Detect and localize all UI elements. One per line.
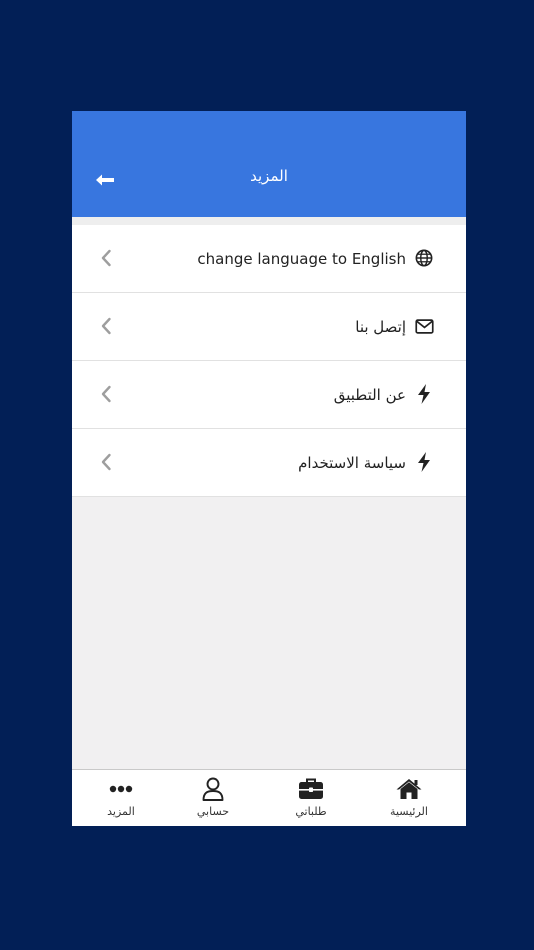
tab-more[interactable]: المزيد: [72, 770, 170, 826]
bolt-icon: [414, 452, 434, 472]
user-icon: [164, 777, 262, 801]
menu-item-contact-us[interactable]: إتصل بنا: [72, 293, 466, 361]
envelope-icon: [414, 316, 434, 336]
header-bar: المزيد: [72, 111, 466, 217]
tab-account[interactable]: حسابي: [164, 770, 262, 826]
menu-item-label: change language to English: [197, 249, 406, 268]
globe-icon: [414, 248, 434, 268]
menu-item-label: سياسة الاستخدام: [298, 453, 406, 472]
header-divider: [72, 217, 466, 225]
briefcase-icon: [262, 777, 360, 801]
app-screen: المزيد change language to English إتصل ب…: [72, 111, 466, 826]
tab-label: حسابي: [196, 805, 230, 818]
menu-item-label: إتصل بنا: [355, 317, 406, 336]
page-title: المزيد: [250, 167, 288, 185]
chevron-left-icon: [98, 383, 114, 405]
tab-orders[interactable]: طلباتي: [262, 770, 360, 826]
tab-label: طلباتي: [295, 805, 327, 818]
menu-item-label: عن التطبيق: [333, 385, 406, 404]
bolt-icon: [414, 384, 434, 404]
tab-label: الرئيسية: [390, 805, 428, 818]
menu-item-change-language[interactable]: change language to English: [72, 225, 466, 293]
home-icon: [360, 777, 458, 801]
tab-home[interactable]: الرئيسية: [360, 770, 458, 826]
menu-item-usage-policy[interactable]: سياسة الاستخدام: [72, 429, 466, 497]
tab-label: المزيد: [107, 805, 135, 818]
menu-item-about-app[interactable]: عن التطبيق: [72, 361, 466, 429]
chevron-left-icon: [98, 247, 114, 269]
chevron-left-icon: [98, 451, 114, 473]
chevron-left-icon: [98, 315, 114, 337]
bottom-tab-bar: المزيد حسابي طلباتي الرئيسية: [72, 769, 466, 826]
more-dots-icon: [72, 777, 170, 801]
menu-list: change language to English إتصل بنا عن ا…: [72, 225, 466, 497]
